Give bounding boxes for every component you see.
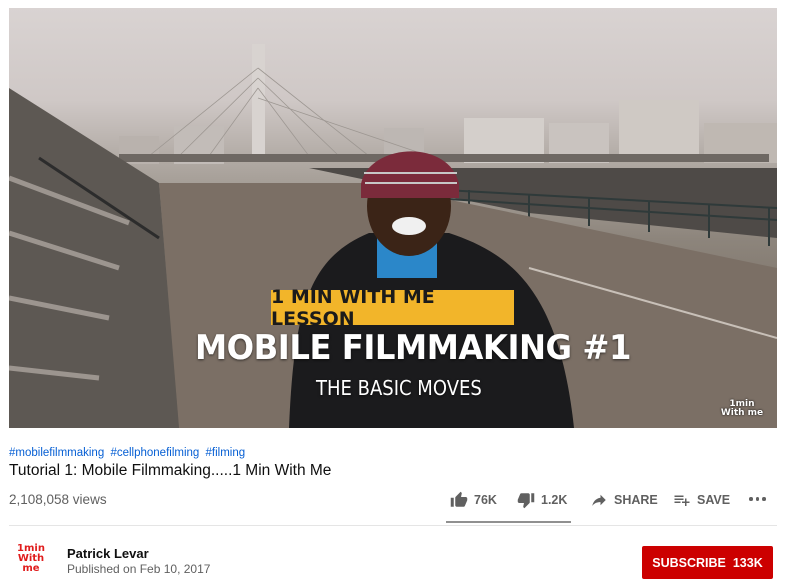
share-arrow-icon: [592, 494, 606, 506]
share-label: SHARE: [614, 493, 658, 507]
watermark-line2: With me: [720, 408, 764, 418]
thumbs-up-icon: [450, 491, 468, 507]
overlay-lesson-tag: 1 MIN WITH ME LESSON: [271, 286, 514, 330]
more-horizontal-icon: [749, 497, 753, 501]
hashtag-link[interactable]: #filming: [206, 447, 246, 459]
subscriber-count: 133K: [732, 555, 763, 570]
save-button[interactable]: SAVE: [673, 486, 730, 514]
thumbs-down-icon: [517, 493, 535, 509]
section-divider: [9, 525, 777, 526]
publish-date: Published on Feb 10, 2017: [67, 562, 211, 576]
avatar-line2: With me: [17, 553, 45, 574]
channel-avatar[interactable]: 1min With me: [9, 544, 53, 574]
dislike-count: 1.2K: [541, 493, 568, 507]
overlay-headline: MOBILE FILMMAKING #1: [195, 328, 631, 368]
dislike-button[interactable]: 1.2K: [517, 486, 567, 514]
subscribe-label: SUBSCRIBE: [652, 555, 726, 570]
sentiment-bar: [446, 521, 571, 523]
channel-watermark: 1min With me: [719, 400, 765, 418]
more-horizontal-icon: [762, 497, 766, 501]
video-player[interactable]: 1 MIN WITH ME LESSON MOBILE FILMMAKING #…: [9, 8, 777, 428]
hashtag-list: #mobilefilmmaking #cellphonefilming #fil…: [9, 447, 248, 459]
channel-name[interactable]: Patrick Levar: [67, 546, 149, 561]
overlay-subline: THE BASIC MOVES: [316, 376, 482, 400]
save-label: SAVE: [697, 493, 731, 507]
more-horizontal-icon: [755, 497, 759, 501]
like-button[interactable]: 76K: [450, 486, 497, 514]
hashtag-link[interactable]: #cellphonefilming: [110, 447, 199, 459]
like-count: 76K: [474, 493, 497, 507]
subscribe-button[interactable]: SUBSCRIBE 133K: [642, 546, 773, 579]
video-title: Tutorial 1: Mobile Filmmaking.....1 Min …: [9, 462, 332, 479]
view-count: 2,108,058 views: [9, 492, 107, 507]
more-actions-button[interactable]: [749, 497, 766, 501]
playlist-add-icon: [674, 495, 690, 506]
share-button[interactable]: SHARE: [590, 486, 658, 514]
hashtag-link[interactable]: #mobilefilmmaking: [9, 447, 104, 459]
